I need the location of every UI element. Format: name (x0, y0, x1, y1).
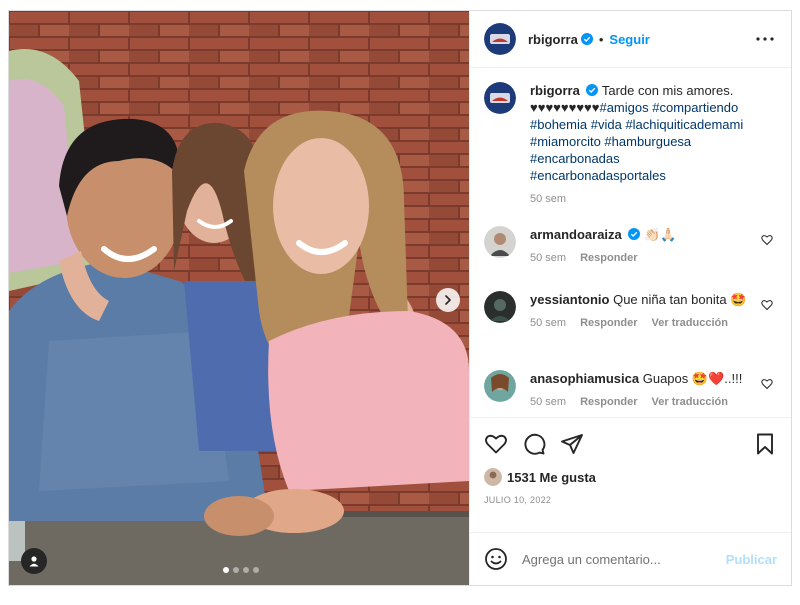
post-dialog: rbigorra • Seguir rbigorra Tarde con mis… (8, 10, 792, 586)
reply-button[interactable]: Responder (580, 315, 637, 332)
comment-text: 👏🏻🙏🏻 (644, 227, 677, 242)
like-comment-icon[interactable] (761, 234, 773, 246)
verified-badge-icon (580, 33, 593, 45)
like-comment-icon[interactable] (761, 299, 773, 311)
hashtag[interactable]: #vida (591, 117, 622, 132)
separator-dot: • (598, 31, 604, 47)
comment-time[interactable]: 50 sem (530, 394, 566, 411)
tagged-users-button[interactable] (21, 548, 47, 574)
post-header: rbigorra • Seguir (470, 11, 791, 68)
carousel-dot (243, 567, 249, 573)
caption: rbigorra Tarde con mis amores. ♥♥♥♥♥♥♥♥♥… (484, 82, 777, 226)
post-author-username[interactable]: rbigorra (528, 32, 578, 47)
comment-time[interactable]: 50 sem (530, 315, 566, 332)
chevron-right-icon (445, 295, 451, 305)
likes-count[interactable]: 1531 Me gusta (507, 470, 596, 485)
hashtag[interactable]: #hamburguesa (604, 134, 691, 149)
post-photo (9, 11, 469, 585)
avatar[interactable] (484, 23, 516, 55)
comments-list: rbigorra Tarde con mis amores. ♥♥♥♥♥♥♥♥♥… (470, 68, 791, 417)
likes-summary[interactable]: 1531 Me gusta (484, 468, 777, 486)
hashtag[interactable]: #miamorcito (530, 134, 601, 149)
see-translation-button[interactable]: Ver traducción (652, 394, 728, 411)
publish-button[interactable]: Publicar (726, 552, 777, 567)
comment-username[interactable]: anasophiamusica (530, 371, 639, 386)
comment-time[interactable]: 50 sem (530, 250, 566, 267)
avatar[interactable] (484, 370, 516, 402)
caption-body: rbigorra Tarde con mis amores. ♥♥♥♥♥♥♥♥♥… (530, 82, 777, 226)
comment-text: Que niña tan bonita 🤩 (613, 292, 747, 307)
comment-item: yessiantonio Que niña tan bonita 🤩 50 se… (484, 291, 777, 370)
verified-badge-icon (586, 84, 599, 96)
comment-username[interactable]: armandoaraiza (530, 227, 622, 242)
carousel-dot-active (223, 567, 229, 573)
reply-button[interactable]: Responder (580, 250, 637, 267)
post-media[interactable] (9, 11, 469, 585)
more-horizontal-icon (756, 37, 774, 41)
hashtag[interactable]: #encarbonadasportales (530, 168, 666, 183)
bookmark-icon[interactable] (753, 432, 777, 456)
caption-time[interactable]: 50 sem (530, 191, 566, 208)
carousel-next-button[interactable] (436, 288, 460, 312)
avatar[interactable] (484, 82, 516, 114)
reply-button[interactable]: Responder (580, 394, 637, 411)
carousel-dot (233, 567, 239, 573)
emoji-icon[interactable] (484, 547, 508, 571)
comment-item: armandoaraiza 👏🏻🙏🏻 50 sem Responder (484, 226, 777, 291)
hashtag[interactable]: #amigos (599, 100, 648, 115)
post-date[interactable]: JULIO 10, 2022 (484, 495, 777, 505)
heart-icon[interactable] (484, 432, 508, 456)
avatar[interactable] (484, 291, 516, 323)
carousel-indicator (223, 567, 259, 573)
avatar[interactable] (484, 226, 516, 258)
verified-badge-icon (628, 228, 641, 240)
hashtag[interactable]: #encarbonadas (530, 151, 620, 166)
post-actions: 1531 Me gusta JULIO 10, 2022 (470, 417, 791, 532)
post-side-panel: rbigorra • Seguir rbigorra Tarde con mis… (469, 11, 791, 585)
see-translation-button[interactable]: Ver traducción (652, 315, 728, 332)
carousel-dot (253, 567, 259, 573)
hashtag[interactable]: #compartiendo (652, 100, 738, 115)
more-options-button[interactable] (753, 27, 777, 51)
user-tag-icon (29, 556, 39, 567)
comment-username[interactable]: yessiantonio (530, 292, 609, 307)
caption-username[interactable]: rbigorra (530, 83, 580, 98)
hashtag[interactable]: #bohemia (530, 117, 587, 132)
comment-item: anasophiamusica Guapos 🤩❤️..!!! 50 sem R… (484, 370, 777, 417)
avatar (484, 468, 502, 486)
comment-input[interactable] (522, 551, 726, 567)
share-icon[interactable] (560, 432, 584, 456)
comment-text: Guapos 🤩❤️..!!! (642, 371, 743, 386)
like-comment-icon[interactable] (761, 378, 773, 390)
hashtag[interactable]: #lachiquiticademami (625, 117, 743, 132)
comment-composer: Publicar (470, 532, 791, 585)
comment-icon[interactable] (522, 432, 546, 456)
follow-button[interactable]: Seguir (609, 32, 649, 47)
